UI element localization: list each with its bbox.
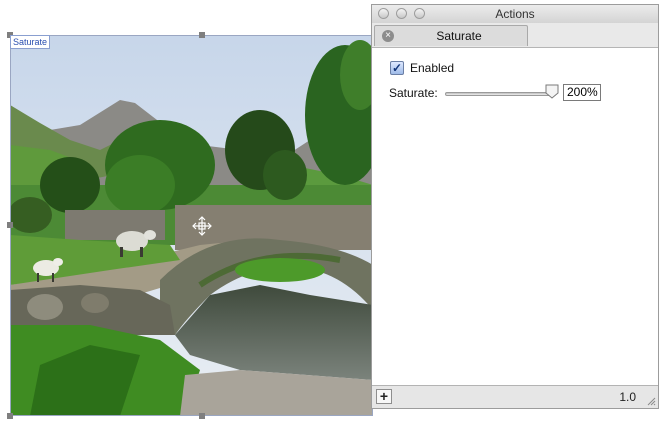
window-title: Actions [495,7,535,21]
resize-handle-bottom-middle[interactable] [199,413,205,419]
resize-handle-left-middle[interactable] [7,222,13,228]
tab-label: Saturate [436,29,482,43]
saturate-slider-thumb[interactable] [545,84,559,99]
enabled-checkbox[interactable]: ✓ [390,61,404,75]
add-action-button[interactable]: + [376,389,392,404]
saturate-slider-track[interactable] [445,92,556,96]
saturate-value-field[interactable]: 200% [563,84,601,101]
close-icon[interactable]: × [382,30,394,42]
tab-saturate[interactable]: × Saturate [374,25,528,46]
enabled-label: Enabled [410,61,455,75]
resize-grip-icon[interactable] [646,396,656,406]
layer-name-tag: Saturate [10,35,51,49]
move-cursor-icon [192,216,212,236]
tab-strip: × Saturate [372,23,658,48]
version-label: 1.0 [619,390,636,404]
resize-handle-bottom-left[interactable] [7,413,13,419]
saturate-label: Saturate: [389,86,438,100]
resize-handle-top-middle[interactable] [199,32,205,38]
plus-icon: + [379,388,389,404]
title-bar[interactable]: Actions [372,5,658,24]
actions-panel: Actions × Saturate ✓ Enabled Saturate: 2… [371,4,659,409]
panel-footer: + 1.0 [372,385,658,408]
